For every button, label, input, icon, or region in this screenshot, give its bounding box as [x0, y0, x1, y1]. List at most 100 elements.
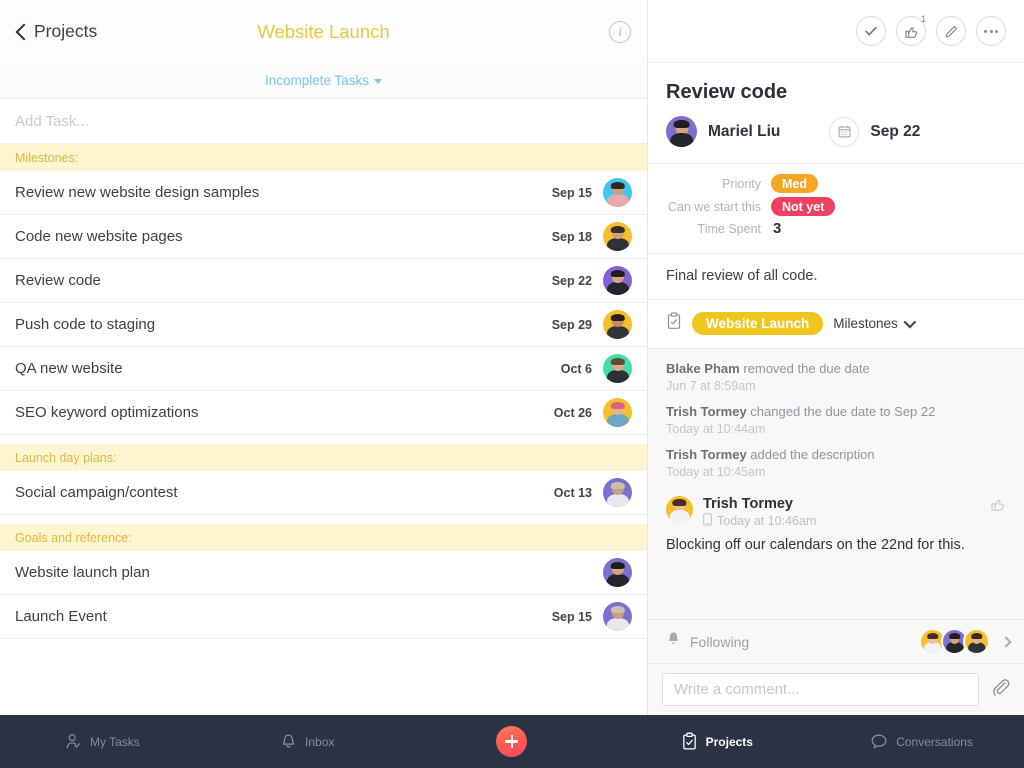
chevron-left-icon: [16, 23, 27, 41]
nav-item-my-tasks[interactable]: My Tasks: [0, 733, 205, 750]
task-row[interactable]: Review new website design samples Sep 15: [0, 171, 647, 215]
avatar[interactable]: [603, 478, 632, 507]
edit-button[interactable]: [936, 16, 966, 46]
avatar[interactable]: [666, 116, 697, 147]
task-row[interactable]: SEO keyword optimizations Oct 26: [0, 391, 647, 435]
chevron-down-icon: [903, 315, 917, 329]
avatar[interactable]: [963, 628, 990, 655]
activity-story: Trish Tormey changed the due date to Sep…: [666, 404, 1006, 436]
task-description[interactable]: Final review of all code.: [648, 254, 1024, 300]
task-due-date: Oct 26: [553, 405, 592, 420]
avatar[interactable]: [603, 602, 632, 631]
clipboard-icon: [666, 312, 682, 335]
section-spacer: [0, 515, 647, 524]
following-label[interactable]: Following: [690, 634, 749, 650]
task-list: Milestones: Review new website design sam…: [0, 99, 647, 715]
nav-item-label: Projects: [705, 734, 753, 749]
avatar[interactable]: [603, 558, 632, 587]
task-due-date: Sep 15: [551, 609, 592, 624]
info-icon[interactable]: i: [609, 20, 631, 43]
task-row[interactable]: Social campaign/contest Oct 13: [0, 471, 647, 515]
avatar[interactable]: [603, 178, 632, 207]
task-name: Review new website design samples: [15, 184, 260, 201]
back-to-projects-button[interactable]: Projects: [16, 21, 97, 42]
avatar[interactable]: [603, 310, 632, 339]
paperclip-icon[interactable]: [991, 677, 1010, 702]
app-root: Projects Website Launch i Incomplete Tas…: [0, 0, 1024, 768]
task-name: Social campaign/contest: [15, 484, 178, 501]
task-row[interactable]: Launch Event Sep 15: [0, 595, 647, 639]
nav-item-projects[interactable]: Projects: [614, 732, 819, 751]
avatar[interactable]: [603, 266, 632, 295]
comment-like-button[interactable]: [990, 496, 1006, 517]
section-header[interactable]: Goals and reference:: [0, 524, 647, 551]
status-badge[interactable]: Not yet: [771, 197, 836, 216]
avatar[interactable]: [603, 222, 632, 251]
activity-story: Blake Pham removed the due date Jun 7 at …: [666, 361, 1006, 393]
due-date[interactable]: Sep 22: [870, 123, 920, 141]
add-task-input[interactable]: [15, 112, 632, 130]
more-button[interactable]: [976, 16, 1006, 46]
avatar[interactable]: [603, 398, 632, 427]
follower-avatars[interactable]: [919, 628, 990, 655]
avatar[interactable]: [666, 495, 693, 523]
story-text: Trish Tormey changed the due date to Sep…: [666, 404, 1006, 421]
chevron-right-icon[interactable]: [1000, 635, 1012, 648]
task-name: Website launch plan: [15, 564, 150, 581]
section-header-label: Launch day plans:: [15, 450, 117, 465]
task-name: Review code: [15, 272, 101, 289]
section-header[interactable]: Milestones:: [0, 144, 647, 171]
comment-body: Blocking off our calendars on the 22nd f…: [666, 536, 965, 553]
story-actor: Blake Pham: [666, 361, 740, 376]
add-button[interactable]: [496, 726, 528, 757]
project-tag[interactable]: Website Launch: [692, 312, 824, 335]
bottom-navigation: My Tasks Inbox Projects Conversations: [0, 715, 1024, 768]
custom-field-row[interactable]: Can we start this Not yet: [666, 197, 1006, 216]
story-text: Blake Pham removed the due date: [666, 361, 1006, 378]
left-header: Projects Website Launch i: [0, 0, 647, 63]
assignee-name[interactable]: Mariel Liu: [708, 123, 780, 141]
section-header-label: Goals and reference:: [15, 530, 132, 545]
nav-item-label: Inbox: [305, 734, 335, 749]
task-row[interactable]: Push code to staging Sep 29: [0, 303, 647, 347]
calendar-icon[interactable]: [829, 116, 860, 147]
task-row[interactable]: QA new website Oct 6: [0, 347, 647, 391]
task-filter-dropdown[interactable]: Incomplete Tasks: [0, 63, 647, 99]
nav-item-label: Conversations: [896, 734, 973, 749]
avatar[interactable]: [603, 354, 632, 383]
story-action: changed the due date to Sep 22: [746, 403, 936, 419]
custom-field-row[interactable]: Time Spent 3: [666, 220, 1006, 237]
nav-item-add[interactable]: [410, 726, 615, 757]
complete-button[interactable]: [856, 16, 886, 46]
person-check-icon: [65, 733, 82, 750]
custom-field-value[interactable]: 3: [771, 220, 781, 237]
task-name: Launch Event: [15, 608, 107, 625]
custom-field-row[interactable]: Priority Med: [666, 174, 1006, 193]
chat-bubble-icon: [870, 733, 888, 750]
task-row[interactable]: Website launch plan: [0, 551, 647, 595]
clipboard-check-icon: [681, 732, 698, 751]
like-button[interactable]: 1: [896, 14, 926, 46]
section-spacer: [0, 435, 647, 444]
custom-field-label: Can we start this: [667, 199, 761, 214]
story-actor: Trish Tormey: [666, 403, 747, 419]
task-due-date: Sep 18: [551, 229, 592, 244]
task-row[interactable]: Review code Sep 22: [0, 259, 647, 303]
bell-icon: [666, 631, 681, 652]
task-detail-body: Review code Mariel Liu Sep 22 Priority Me…: [648, 63, 1024, 715]
comment-composer: [648, 663, 1024, 715]
task-due-date: Oct 13: [553, 485, 592, 500]
comment-time: Today at 10:46am: [717, 513, 817, 528]
story-timestamp: Today at 10:44am: [666, 421, 766, 436]
nav-item-conversations[interactable]: Conversations: [819, 733, 1024, 750]
comment-input[interactable]: [662, 673, 979, 706]
project-section-dropdown[interactable]: Milestones: [833, 315, 917, 331]
section-header[interactable]: Launch day plans:: [0, 444, 647, 471]
nav-item-inbox[interactable]: Inbox: [205, 733, 410, 750]
task-title: Review code: [666, 81, 788, 103]
task-name: Push code to staging: [15, 316, 156, 333]
task-detail-actions: 1: [648, 0, 1024, 63]
status-badge[interactable]: Med: [771, 174, 818, 193]
task-row[interactable]: Code new website pages Sep 18: [0, 215, 647, 259]
add-task-row[interactable]: [0, 99, 647, 144]
